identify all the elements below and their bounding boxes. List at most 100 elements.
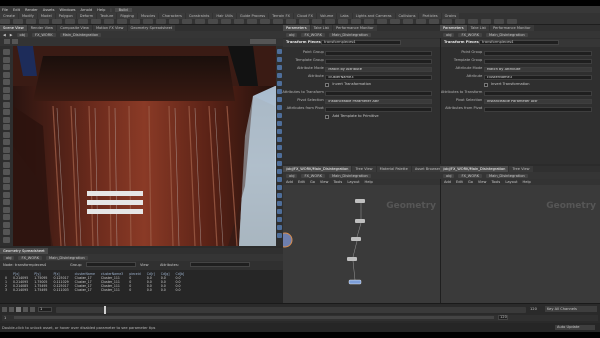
path-main-disintegration[interactable]: Main_Disintegration xyxy=(329,32,371,37)
path-fx-work[interactable]: FX_WORK xyxy=(458,32,483,37)
path-main-disintegration[interactable]: Main_Disintegration xyxy=(486,173,528,178)
parameter-dropdown[interactable]: Instanceable Parameter Attr xyxy=(325,99,433,104)
menu-help[interactable]: Help xyxy=(97,8,105,12)
parameter-dropdown[interactable]: Instanceable Parameter Attr xyxy=(483,99,593,104)
key-all-channels-dropdown[interactable]: Key All Channels xyxy=(545,306,597,312)
menu-windows[interactable]: Windows xyxy=(59,8,75,12)
desktop-selector[interactable]: Build xyxy=(114,7,132,12)
shelf-tool-icon[interactable] xyxy=(39,19,49,24)
display-option-icon[interactable] xyxy=(277,57,282,62)
display-option-icon[interactable] xyxy=(277,73,282,78)
shelf-tool-icon[interactable] xyxy=(221,19,231,24)
shelf-tool-icon[interactable] xyxy=(377,19,387,24)
display-option-icon[interactable] xyxy=(277,129,282,134)
viewport-tool-icon[interactable] xyxy=(3,64,10,70)
display-option-icon[interactable] xyxy=(277,161,282,166)
viewport-tool-icon[interactable] xyxy=(3,49,10,55)
menu-file[interactable]: File xyxy=(2,8,8,12)
viewport-tool-icon[interactable] xyxy=(3,71,10,78)
parameter-dropdown[interactable]: Match by Attribute xyxy=(325,67,433,72)
viewport-tool-icon[interactable] xyxy=(3,79,10,85)
camera-menu[interactable] xyxy=(250,39,276,44)
display-option-icon[interactable] xyxy=(277,113,282,118)
path-main-disintegration[interactable]: Main_Disintegration xyxy=(59,32,102,37)
net-menu-layout[interactable]: Layout xyxy=(347,180,359,184)
display-option-icon[interactable] xyxy=(277,137,282,142)
step-back-icon[interactable] xyxy=(9,307,14,312)
path-main-disintegration[interactable]: Main_Disintegration xyxy=(46,255,88,260)
viewport-tool-icon[interactable] xyxy=(3,191,10,198)
display-option-icon[interactable] xyxy=(277,49,282,54)
path-obj[interactable]: obj xyxy=(16,32,29,37)
auto-update-dropdown[interactable]: Auto Update xyxy=(555,325,595,330)
shelf-tool-icon[interactable] xyxy=(260,19,270,24)
viewport-tool-icon[interactable] xyxy=(3,154,10,160)
parameter-field[interactable] xyxy=(483,107,593,112)
shelf-tool-icon[interactable] xyxy=(312,19,322,24)
group-field[interactable] xyxy=(86,262,136,267)
net-menu-go[interactable]: Go xyxy=(468,180,473,184)
shelf-tool-icon[interactable] xyxy=(91,19,101,24)
viewport-tool-icon[interactable] xyxy=(3,229,10,235)
forward-arrow-icon[interactable]: ▶ xyxy=(10,33,13,37)
table-row[interactable]: 3 0.214095 1.75495 0.111003 Cluster_17 Cluste… xyxy=(2,288,187,292)
path-obj[interactable]: obj xyxy=(286,173,298,178)
display-option-icon[interactable] xyxy=(277,193,282,198)
shelf-tool-icon[interactable] xyxy=(351,19,361,24)
viewport-tool-icon[interactable] xyxy=(3,86,10,93)
shelf-tool-icon[interactable] xyxy=(156,19,166,24)
shelf-tool-icon[interactable] xyxy=(286,19,296,24)
display-option-icon[interactable] xyxy=(277,177,282,182)
display-option-icon[interactable] xyxy=(277,65,282,70)
parameter-field[interactable] xyxy=(325,91,433,96)
viewport-tool-icon[interactable] xyxy=(3,146,10,153)
display-option-icon[interactable] xyxy=(277,97,282,102)
parameter-field[interactable] xyxy=(325,107,433,112)
menu-assets[interactable]: Assets xyxy=(43,8,55,12)
shelf-tool-icon[interactable] xyxy=(481,19,491,24)
net-menu-add[interactable]: Add xyxy=(444,180,451,184)
path-obj[interactable]: obj xyxy=(443,32,455,37)
checkbox[interactable] xyxy=(325,115,330,119)
back-arrow-icon[interactable]: ◀ xyxy=(3,33,6,37)
parameter-field[interactable] xyxy=(325,59,433,64)
display-option-icon[interactable] xyxy=(277,145,282,150)
path-main-disintegration[interactable]: Main_Disintegration xyxy=(329,173,371,178)
viewport-tool-icon[interactable] xyxy=(3,94,10,100)
net-menu-help[interactable]: Help xyxy=(365,180,373,184)
viewport-tool-icon[interactable] xyxy=(3,214,10,220)
display-option-icon[interactable] xyxy=(277,217,282,222)
display-option-icon[interactable] xyxy=(277,225,282,230)
net-menu-go[interactable]: Go xyxy=(310,180,315,184)
shelf-tool-icon[interactable] xyxy=(390,19,400,24)
shelf-tool-icon[interactable] xyxy=(299,19,309,24)
display-option-icon[interactable] xyxy=(277,201,282,206)
display-option-icon[interactable] xyxy=(277,233,282,238)
shelf-tool-icon[interactable] xyxy=(130,19,140,24)
select-tool-icon[interactable] xyxy=(4,39,10,44)
net-menu-edit[interactable]: Edit xyxy=(456,180,463,184)
shelf-tool-icon[interactable] xyxy=(442,19,452,24)
net-menu-layout[interactable]: Layout xyxy=(505,180,517,184)
display-option-icon[interactable] xyxy=(277,185,282,190)
path-main-disintegration[interactable]: Main_Disintegration xyxy=(486,32,528,37)
path-obj[interactable]: obj xyxy=(3,255,15,260)
shelf-tool-icon[interactable] xyxy=(169,19,179,24)
shelf-tool-icon[interactable] xyxy=(416,19,426,24)
shelf-tool-icon[interactable] xyxy=(338,19,348,24)
parameter-field[interactable] xyxy=(483,91,593,96)
range-end-field[interactable]: 120 xyxy=(498,315,508,320)
shelf-tool-icon[interactable] xyxy=(494,19,504,24)
viewport-tool-icon[interactable] xyxy=(3,206,10,213)
parameter-dropdown[interactable]: Match by Attribute xyxy=(483,67,593,72)
net-menu-edit[interactable]: Edit xyxy=(298,180,305,184)
node-name-field[interactable]: transformpieces4 xyxy=(479,40,559,45)
net-menu-tools[interactable]: Tools xyxy=(333,180,342,184)
viewport-tool-icon[interactable] xyxy=(3,236,10,243)
display-option-icon[interactable] xyxy=(277,89,282,94)
checkbox[interactable] xyxy=(483,83,488,87)
net-menu-tools[interactable]: Tools xyxy=(491,180,500,184)
menu-render[interactable]: Render xyxy=(25,8,38,12)
shelf-tool-icon[interactable] xyxy=(182,19,192,24)
viewport-tool-icon[interactable] xyxy=(3,199,10,205)
